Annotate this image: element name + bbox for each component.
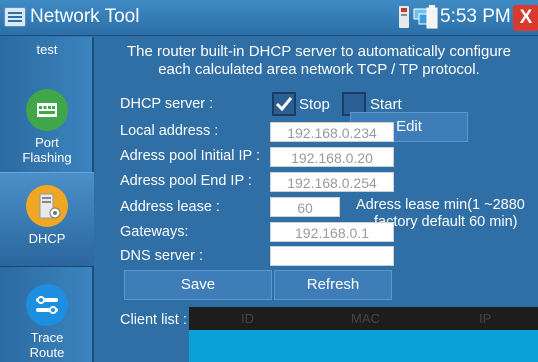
sidebar-item-label: Port Flashing	[22, 135, 72, 165]
column-header-ip: IP	[479, 311, 492, 326]
sidebar-top-label[interactable]: test	[0, 42, 94, 57]
pool-initial-label: Adress pool Initial IP :	[120, 148, 260, 164]
pool-end-field[interactable]: 192.168.0.254	[270, 172, 394, 192]
sidebar-item-label: DHCP	[28, 231, 66, 246]
column-header-id: ID	[241, 311, 254, 326]
dhcp-icon	[26, 185, 68, 227]
close-button[interactable]: X	[513, 5, 538, 31]
dhcp-panel: The router built-in DHCP server to autom…	[96, 37, 538, 362]
sidebar-item-dhcp[interactable]: DHCP	[0, 172, 94, 267]
check-icon	[275, 97, 293, 112]
stop-label: Stop	[299, 96, 330, 113]
app-title: Network Tool	[30, 6, 140, 27]
save-button[interactable]: Save	[124, 270, 272, 300]
clock: 5:53 PM	[440, 6, 511, 27]
sidebar: test Port Flashing DHCP Trace Route	[0, 37, 94, 362]
trace-route-icon	[26, 284, 68, 326]
column-header-mac: MAC	[351, 311, 380, 326]
stop-checkbox[interactable]	[272, 92, 296, 116]
pool-end-label: Adress pool End IP :	[120, 173, 252, 189]
pool-initial-field[interactable]: 192.168.0.20	[270, 147, 394, 167]
dns-server-label: DNS server :	[120, 248, 203, 264]
sidebar-item-trace-route[interactable]: Trace Route	[0, 284, 94, 360]
client-list-header: ID MAC IP	[189, 308, 538, 330]
local-address-field[interactable]: 192.168.0.234	[270, 122, 394, 142]
dns-server-field[interactable]	[270, 246, 394, 266]
sidebar-item-port-flashing[interactable]: Port Flashing	[0, 89, 94, 165]
gateways-label: Gateways:	[120, 224, 189, 240]
dhcp-server-label: DHCP server :	[120, 96, 214, 112]
sd-card-icon	[399, 6, 409, 28]
address-lease-label: Address lease :	[120, 199, 220, 215]
local-address-label: Local address :	[120, 123, 219, 139]
gateways-field[interactable]: 192.168.0.1	[270, 222, 394, 242]
battery-icon	[426, 5, 438, 29]
port-flashing-icon	[26, 89, 68, 131]
sidebar-item-label: Trace Route	[29, 330, 65, 360]
app-icon	[4, 7, 26, 27]
refresh-button[interactable]: Refresh	[274, 270, 392, 300]
title-bar: Network Tool 5:53 PM X	[0, 0, 538, 36]
client-list-table[interactable]: ID MAC IP	[189, 307, 538, 362]
client-list-label: Client list :	[120, 312, 187, 328]
start-label: Start	[370, 96, 402, 113]
address-lease-field[interactable]: 60	[270, 197, 340, 217]
description: The router built-in DHCP server to autom…	[126, 43, 512, 78]
